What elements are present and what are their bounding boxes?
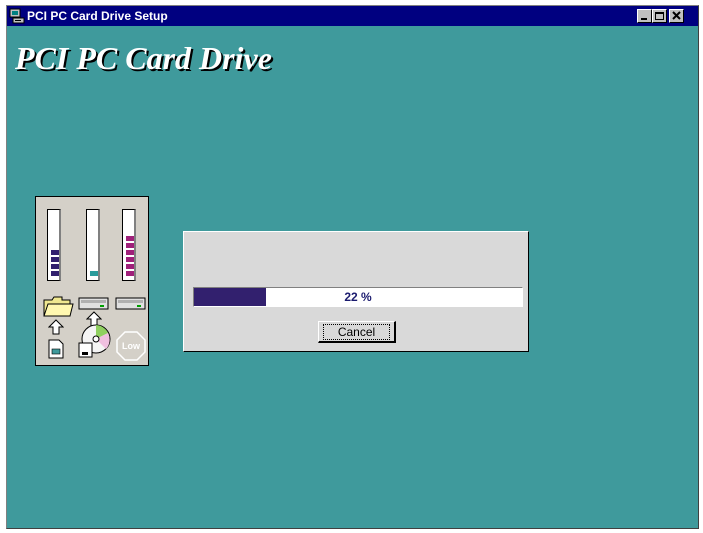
page-title: PCI PC Card Drive	[15, 40, 272, 76]
drive-icon	[115, 297, 146, 310]
maximize-button[interactable]	[652, 9, 667, 23]
up-arrow-icon	[48, 319, 64, 335]
title-bar[interactable]: PCI PC Card Drive Setup	[7, 6, 698, 26]
status-meter-panel: Low	[35, 196, 149, 366]
close-icon	[672, 11, 681, 20]
folder-icon	[43, 296, 74, 317]
meter-segment	[126, 236, 134, 241]
drive-icon	[78, 297, 109, 310]
meter-segment	[51, 271, 59, 276]
cancel-button[interactable]: Cancel	[318, 321, 396, 343]
cd-disk-icon	[78, 324, 111, 358]
meter-segment	[51, 257, 59, 262]
folder-meter	[47, 209, 61, 281]
computer-icon	[9, 8, 25, 24]
meter-segment	[90, 271, 98, 276]
drive-meter	[86, 209, 100, 281]
progress-bar: 22 %	[193, 287, 523, 307]
maximize-icon	[655, 12, 664, 20]
window-title: PCI PC Card Drive Setup	[27, 9, 168, 23]
meter-segment	[126, 250, 134, 255]
setup-window: PCI PC Card Drive Setup PCI PC Card Driv…	[6, 5, 699, 529]
meter-segment	[126, 257, 134, 262]
meter-segment	[126, 271, 134, 276]
meter-segment	[126, 264, 134, 269]
space-meter	[122, 209, 136, 281]
file-icon	[48, 339, 64, 359]
minimize-icon	[641, 18, 647, 20]
meter-segment	[126, 243, 134, 248]
progress-text: 22 %	[344, 290, 372, 304]
minimize-button[interactable]	[637, 9, 652, 23]
progress-dialog: 22 % Cancel	[183, 231, 529, 352]
low-label: Low	[122, 341, 140, 351]
meter-segment	[51, 250, 59, 255]
meter-segment	[51, 264, 59, 269]
cancel-label: Cancel	[323, 324, 390, 340]
close-button[interactable]	[669, 9, 684, 23]
